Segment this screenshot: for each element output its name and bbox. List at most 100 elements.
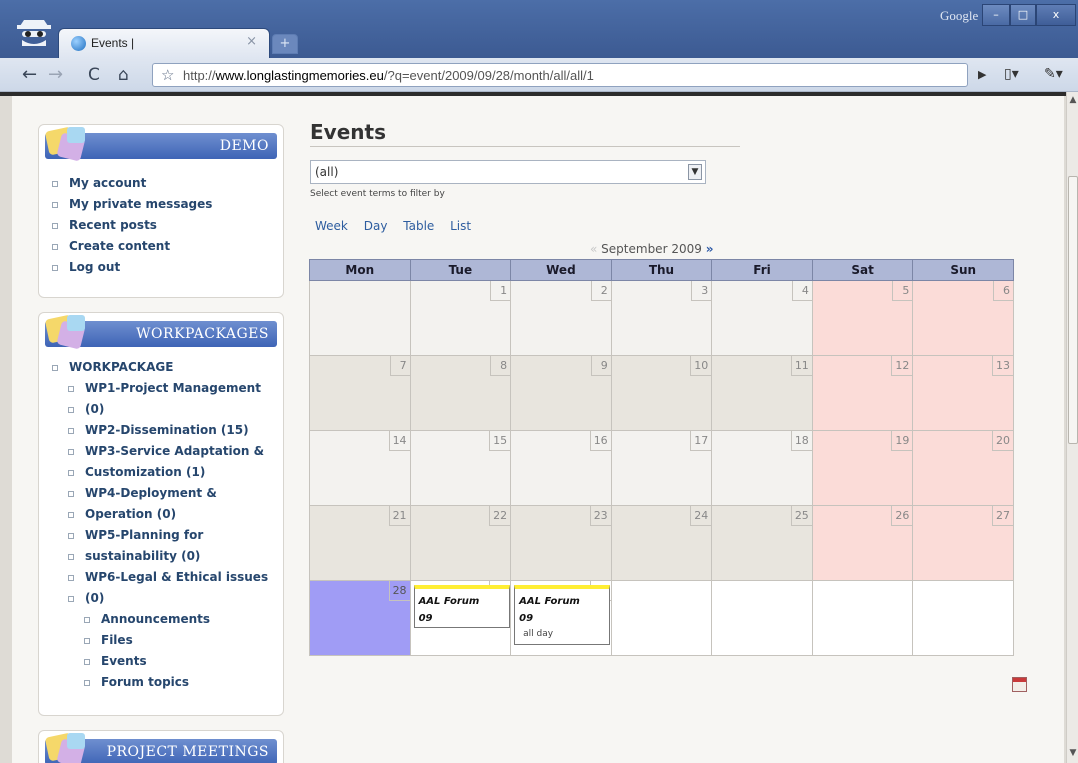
day-cell[interactable]: 17 [610, 430, 713, 506]
day-number[interactable]: 3 [691, 281, 712, 301]
menu-item-forum-topics[interactable]: Forum topics [83, 672, 210, 693]
back-icon[interactable]: ← [22, 65, 37, 85]
menu-item-events[interactable]: Events [83, 651, 210, 672]
scroll-down-icon[interactable]: ▼ [1068, 748, 1078, 760]
day-number[interactable]: 1 [490, 281, 511, 301]
maximize-button[interactable]: □ [1010, 4, 1036, 26]
view-link-day[interactable]: Day [364, 219, 388, 233]
page-menu-icon[interactable]: ▯▾ [1004, 66, 1019, 82]
day-number[interactable]: 21 [388, 506, 410, 526]
day-number[interactable]: 17 [690, 431, 712, 451]
tab-close-icon[interactable]: × [246, 34, 257, 49]
menu-item-wp3-cont[interactable]: Customization (1) [67, 462, 268, 483]
view-link-table[interactable]: Table [403, 219, 434, 233]
tab-events[interactable]: Events | × [58, 28, 270, 58]
day-cell[interactable]: 23 [510, 505, 612, 581]
day-number[interactable]: 2 [590, 281, 611, 301]
day-number[interactable]: 19 [891, 431, 913, 451]
menu-item-log-out[interactable]: Log out [51, 257, 212, 278]
menu-item-wp3[interactable]: WP3-Service Adaptation & [67, 441, 268, 462]
calendar-event[interactable]: AAL Forum 09 [413, 585, 510, 628]
day-number[interactable]: 12 [891, 356, 913, 376]
ical-feed-icon[interactable] [1012, 677, 1027, 692]
menu-item-my-account[interactable]: My account [51, 173, 212, 194]
day-cell[interactable]: 30 AAL Forum 09 all day [510, 580, 612, 656]
day-cell[interactable]: 25 [711, 505, 813, 581]
day-cell[interactable]: 22 [409, 505, 512, 581]
day-cell[interactable]: 9 [510, 355, 612, 431]
wrench-icon[interactable]: ✎▾ [1044, 66, 1063, 82]
menu-item-wp1[interactable]: WP1-Project Management [67, 378, 268, 399]
menu-item-workpackage[interactable]: WORKPACKAGE [51, 357, 173, 378]
day-number[interactable]: 27 [992, 506, 1013, 526]
forward-icon[interactable]: → [48, 65, 63, 85]
event-title[interactable]: AAL Forum 09 [415, 589, 493, 627]
bookmark-star-icon[interactable]: ☆ [161, 66, 174, 84]
view-link-week[interactable]: Week [315, 219, 348, 233]
day-cell-weekend[interactable]: 20 [912, 430, 1014, 506]
menu-item-wp2[interactable]: WP2-Dissemination (15) [67, 420, 268, 441]
event-title[interactable]: AAL Forum 09 [515, 589, 593, 627]
event-terms-filter[interactable]: (all) ▼ [310, 160, 706, 184]
menu-item-wp6-cont[interactable]: (0) [67, 588, 268, 609]
day-number[interactable]: 9 [590, 356, 611, 376]
menu-item-wp1-count[interactable]: (0) [67, 399, 268, 420]
home-icon[interactable]: ⌂ [118, 65, 129, 85]
menu-item-private-messages[interactable]: My private messages [51, 194, 212, 215]
chevron-down-icon[interactable]: ▼ [688, 164, 702, 180]
menu-item-wp4[interactable]: WP4-Deployment & [67, 483, 268, 504]
day-cell[interactable]: 11 [711, 355, 813, 431]
address-bar[interactable]: ☆ http://www.longlastingmemories.eu/?q=e… [152, 63, 968, 87]
day-cell-weekend[interactable]: 19 [811, 430, 914, 506]
close-window-button[interactable]: x [1036, 4, 1076, 26]
menu-item-create-content[interactable]: Create content [51, 236, 212, 257]
day-cell[interactable]: 16 [510, 430, 612, 506]
day-number[interactable]: 4 [791, 281, 812, 301]
menu-item-files[interactable]: Files [83, 630, 210, 651]
play-icon[interactable]: ▶ [978, 68, 986, 81]
day-cell[interactable]: 3 [610, 280, 713, 356]
day-number[interactable]: 8 [490, 356, 511, 376]
day-cell-weekend[interactable]: 6 [912, 280, 1014, 356]
day-cell[interactable]: 24 [610, 505, 713, 581]
scrollbar-thumb[interactable] [1068, 176, 1078, 444]
day-cell[interactable]: 18 [711, 430, 813, 506]
day-cell-weekend[interactable]: 12 [811, 355, 914, 431]
calendar-event[interactable]: AAL Forum 09 all day [514, 585, 611, 645]
day-number[interactable]: 24 [690, 506, 712, 526]
day-number[interactable]: 25 [790, 506, 812, 526]
menu-item-recent-posts[interactable]: Recent posts [51, 215, 212, 236]
day-number[interactable]: 26 [891, 506, 913, 526]
day-number[interactable]: 15 [489, 431, 511, 451]
day-cell[interactable]: 29 AAL Forum 09 [409, 580, 512, 656]
day-cell-today[interactable]: 28 [309, 580, 411, 656]
scroll-up-icon[interactable]: ▲ [1068, 95, 1078, 107]
menu-item-wp5-cont[interactable]: sustainability (0) [67, 546, 268, 567]
day-number[interactable]: 23 [589, 506, 611, 526]
day-cell[interactable]: 8 [409, 355, 512, 431]
day-number[interactable]: 10 [690, 356, 712, 376]
day-number[interactable]: 11 [790, 356, 812, 376]
day-number[interactable]: 18 [790, 431, 812, 451]
prev-month-icon[interactable]: « [590, 242, 597, 256]
day-cell[interactable]: 10 [610, 355, 713, 431]
day-number[interactable]: 16 [589, 431, 611, 451]
day-cell[interactable]: 4 [711, 280, 813, 356]
new-tab-button[interactable]: + [272, 34, 298, 54]
day-cell-weekend[interactable]: 5 [811, 280, 914, 356]
minimize-button[interactable]: – [982, 4, 1010, 26]
day-cell[interactable]: 1 [409, 280, 512, 356]
day-cell[interactable]: 14 [309, 430, 411, 506]
day-cell[interactable]: 2 [510, 280, 612, 356]
menu-item-announcements[interactable]: Announcements [83, 609, 210, 630]
menu-item-wp4-cont[interactable]: Operation (0) [67, 504, 268, 525]
day-cell-weekend[interactable]: 27 [912, 505, 1014, 581]
day-cell[interactable]: 7 [309, 355, 411, 431]
day-number[interactable]: 6 [993, 281, 1013, 301]
day-number[interactable]: 20 [992, 431, 1013, 451]
next-month-icon[interactable]: » [706, 242, 714, 256]
day-number[interactable]: 5 [892, 281, 913, 301]
reload-icon[interactable]: C [88, 65, 100, 85]
day-number[interactable]: 22 [489, 506, 511, 526]
menu-item-wp6[interactable]: WP6-Legal & Ethical issues [67, 567, 268, 588]
